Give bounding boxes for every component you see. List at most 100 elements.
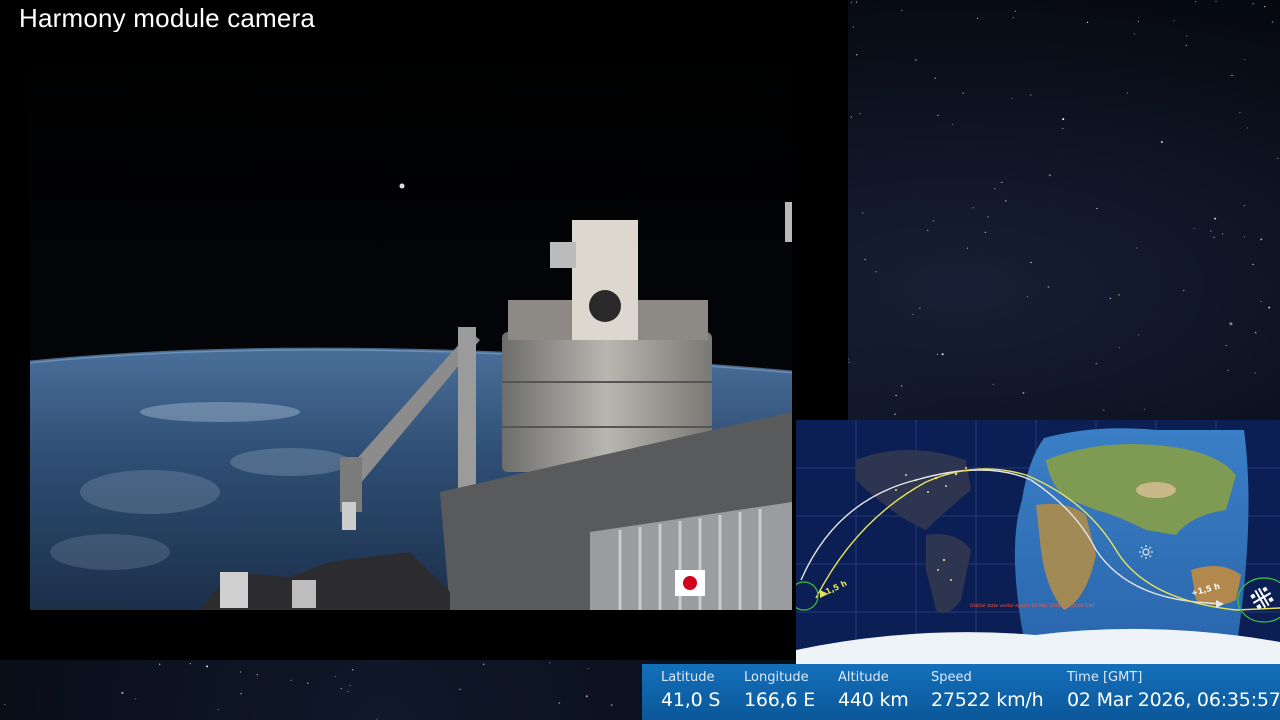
star — [1126, 92, 1129, 94]
star — [919, 307, 921, 309]
star — [912, 313, 914, 315]
star — [850, 116, 853, 118]
star — [1227, 369, 1229, 371]
star — [937, 114, 939, 116]
star — [1087, 21, 1089, 23]
star — [932, 220, 935, 222]
star — [206, 665, 209, 668]
star — [1173, 20, 1175, 22]
camera-panel: Harmony module camera — [0, 0, 848, 660]
star — [952, 123, 954, 125]
star — [901, 9, 903, 12]
star — [121, 691, 124, 694]
star — [852, 26, 855, 28]
star — [1271, 21, 1273, 23]
star — [1210, 230, 1212, 232]
star — [1109, 297, 1111, 299]
star — [1186, 35, 1188, 37]
star — [189, 663, 191, 665]
star — [1277, 157, 1279, 159]
star — [972, 207, 974, 209]
star — [936, 353, 939, 355]
star — [894, 413, 896, 415]
time-label: Time [GMT] — [1067, 670, 1143, 685]
star — [159, 663, 161, 665]
star — [307, 682, 309, 684]
star — [1138, 334, 1140, 336]
star — [610, 704, 613, 707]
altitude-value: 440 km — [838, 689, 909, 711]
star — [1193, 227, 1195, 229]
latitude-readout: Latitude 41,0 S — [661, 670, 720, 711]
star — [934, 77, 936, 79]
star — [135, 698, 137, 700]
star — [376, 718, 378, 720]
star — [240, 671, 242, 673]
speed-label: Speed — [931, 670, 972, 685]
star — [347, 691, 349, 693]
camera-title: Harmony module camera — [19, 3, 316, 33]
star — [1246, 127, 1249, 129]
star — [1243, 236, 1246, 238]
star — [1005, 200, 1007, 202]
star — [875, 271, 877, 273]
longitude-readout: Longitude 166,6 E — [744, 670, 815, 711]
star — [1185, 44, 1187, 46]
star — [856, 54, 858, 56]
camera-feed — [30, 32, 792, 610]
star — [1244, 205, 1246, 207]
star — [1136, 247, 1138, 249]
star — [1026, 296, 1028, 298]
star — [927, 229, 929, 231]
star — [1231, 74, 1233, 77]
speed-readout: Speed 27522 km/h — [931, 670, 1044, 711]
star — [587, 667, 590, 669]
star — [240, 693, 242, 695]
star — [1252, 263, 1254, 265]
star — [862, 212, 864, 214]
telemetry-bar: Latitude 41,0 S Longitude 166,6 E Altitu… — [642, 664, 1280, 720]
star — [1022, 392, 1025, 394]
star — [915, 59, 917, 61]
star — [984, 231, 987, 233]
star — [901, 385, 903, 387]
longitude-label: Longitude — [744, 670, 809, 685]
star — [1011, 97, 1013, 99]
star — [1001, 181, 1003, 183]
latitude-label: Latitude — [661, 670, 715, 685]
star — [1118, 294, 1120, 296]
altitude-readout: Altitude 440 km — [838, 670, 909, 711]
star — [1096, 207, 1098, 210]
star — [1160, 141, 1163, 143]
star — [941, 353, 944, 356]
star — [1030, 261, 1032, 264]
star — [977, 17, 979, 19]
star — [987, 216, 989, 218]
star — [966, 247, 969, 249]
star — [864, 258, 866, 261]
star — [1254, 372, 1256, 374]
star — [1222, 233, 1224, 235]
star — [1260, 238, 1263, 241]
star — [1012, 17, 1014, 19]
star — [585, 695, 588, 698]
star — [1225, 345, 1227, 347]
map-footnote: Orbital state vector epoch: 01 Mar 2026,… — [970, 603, 1095, 609]
star — [549, 662, 551, 664]
star — [850, 1, 853, 3]
star — [558, 702, 561, 704]
star — [1229, 322, 1233, 326]
star — [1133, 33, 1135, 35]
star — [848, 361, 850, 363]
star — [1268, 306, 1271, 309]
star — [1030, 94, 1032, 96]
star — [1213, 236, 1215, 238]
star — [459, 688, 461, 691]
star — [1048, 174, 1051, 177]
star — [340, 688, 342, 690]
altitude-label: Altitude — [838, 670, 889, 685]
star — [1195, 1, 1197, 3]
star — [483, 663, 485, 665]
star — [1103, 409, 1105, 411]
star — [1252, 3, 1254, 5]
